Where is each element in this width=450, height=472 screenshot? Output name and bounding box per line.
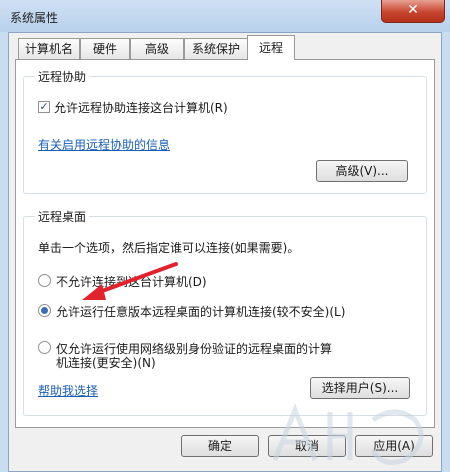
- tab-system-protection[interactable]: 系统保护: [184, 38, 248, 59]
- allow-remote-assistance-checkbox[interactable]: ✓: [38, 101, 50, 113]
- remote-desktop-instruction: 单击一个选项，然后指定谁可以连接(如果需要)。: [38, 241, 300, 255]
- ok-button[interactable]: 确定: [181, 435, 259, 457]
- remote-assistance-info-link[interactable]: 有关启用远程协助的信息: [38, 136, 170, 153]
- watermark-logo-icon: [272, 403, 424, 465]
- tab-hardware[interactable]: 硬件: [80, 38, 130, 59]
- allow-remote-assistance-label: 允许远程协助连接这台计算机(R): [54, 101, 228, 115]
- deny-connections-radio[interactable]: [38, 274, 51, 287]
- select-users-button[interactable]: 选择用户(S)...: [310, 377, 410, 399]
- tab-remote[interactable]: 远程: [247, 35, 295, 60]
- allow-any-version-radio[interactable]: [38, 304, 51, 317]
- allow-nla-only-radio[interactable]: [38, 341, 51, 354]
- tab-computer-name[interactable]: 计算机名: [18, 38, 80, 59]
- help-me-choose-link[interactable]: 帮助我选择: [38, 382, 98, 399]
- window-title: 系统属性: [10, 11, 59, 25]
- allow-nla-only-label-line2: 机连接(更安全)(N): [56, 356, 156, 370]
- allow-any-version-label: 允许运行任意版本远程桌面的计算机连接(较不安全)(L): [56, 305, 346, 319]
- remote-assistance-title: 远程协助: [35, 68, 90, 85]
- tab-advanced[interactable]: 高级: [130, 38, 184, 59]
- remote-desktop-title: 远程桌面: [35, 208, 90, 225]
- annotation-arrow-icon: [82, 262, 178, 300]
- title-bar: 系统属性 ✕: [0, 0, 450, 32]
- advanced-button[interactable]: 高级(V)...: [316, 160, 408, 182]
- close-button[interactable]: ✕: [381, 0, 445, 23]
